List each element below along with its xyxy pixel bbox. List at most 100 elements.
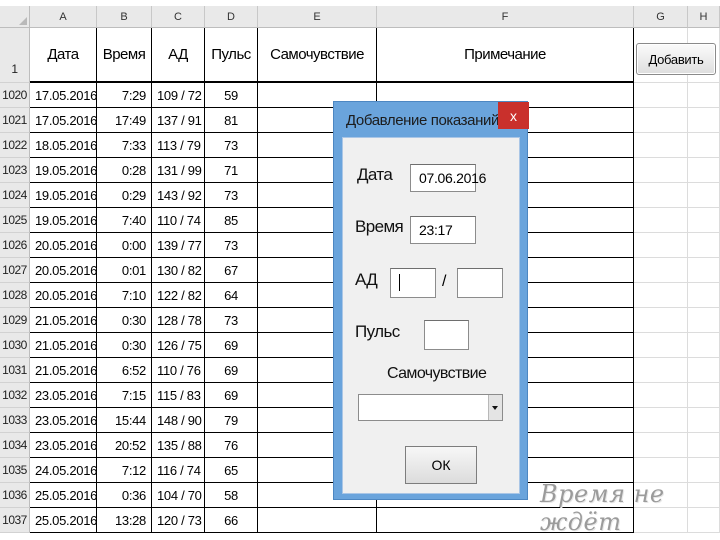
ok-button[interactable]: ОК	[405, 446, 477, 484]
cell-date[interactable]: 20.05.2016	[30, 258, 97, 283]
cell-pulse[interactable]: 66	[205, 508, 258, 533]
cell-empty[interactable]	[688, 208, 720, 233]
cell-empty[interactable]	[634, 283, 688, 308]
cell-empty[interactable]	[688, 433, 720, 458]
column-header-b[interactable]: B	[97, 6, 152, 28]
cell-empty[interactable]	[634, 233, 688, 258]
cell-date[interactable]: 18.05.2016	[30, 133, 97, 158]
cell-bp[interactable]: 122 / 82	[152, 283, 205, 308]
cell-date[interactable]: 21.05.2016	[30, 333, 97, 358]
cell-time[interactable]: 0:01	[97, 258, 152, 283]
row-header[interactable]: 1023	[0, 158, 30, 183]
cell-time[interactable]: 0:00	[97, 233, 152, 258]
close-button[interactable]: x	[498, 102, 529, 129]
cell-time[interactable]: 0:29	[97, 183, 152, 208]
header-time[interactable]: Время	[97, 28, 152, 83]
cell-pulse[interactable]: 73	[205, 133, 258, 158]
cell-empty[interactable]	[634, 133, 688, 158]
cell-empty[interactable]	[634, 208, 688, 233]
cell-bp[interactable]: 128 / 78	[152, 308, 205, 333]
row-header[interactable]: 1025	[0, 208, 30, 233]
header-feeling[interactable]: Самочувствие	[258, 28, 377, 83]
cell-date[interactable]: 19.05.2016	[30, 183, 97, 208]
cell-bp[interactable]: 135 / 88	[152, 433, 205, 458]
cell-bp[interactable]: 116 / 74	[152, 458, 205, 483]
cell-date[interactable]: 17.05.2016	[30, 83, 97, 108]
cell-empty[interactable]	[634, 258, 688, 283]
date-field[interactable]: 07.06.2016	[410, 164, 486, 192]
column-header-f[interactable]: F	[377, 6, 634, 28]
cell-time[interactable]: 7:15	[97, 383, 152, 408]
row-header[interactable]: 1035	[0, 458, 30, 483]
time-field[interactable]: 23:17	[410, 216, 476, 244]
cell-empty[interactable]	[634, 433, 688, 458]
row-header[interactable]: 1021	[0, 108, 30, 133]
cell-date[interactable]: 19.05.2016	[30, 208, 97, 233]
row-header[interactable]: 1031	[0, 358, 30, 383]
cell-empty[interactable]	[258, 508, 377, 533]
cell-time[interactable]: 7:10	[97, 283, 152, 308]
cell-date[interactable]: 25.05.2016	[30, 508, 97, 533]
cell-bp[interactable]: 148 / 90	[152, 408, 205, 433]
cell-date[interactable]: 20.05.2016	[30, 283, 97, 308]
cell-date[interactable]: 23.05.2016	[30, 433, 97, 458]
cell-empty[interactable]	[688, 133, 720, 158]
cell-bp[interactable]: 110 / 74	[152, 208, 205, 233]
cell-pulse[interactable]: 64	[205, 283, 258, 308]
cell-bp[interactable]: 115 / 83	[152, 383, 205, 408]
dropdown-arrow-icon[interactable]	[488, 395, 502, 420]
row-header[interactable]: 1020	[0, 83, 30, 108]
diastolic-field[interactable]	[457, 268, 503, 298]
select-all-corner[interactable]	[0, 6, 30, 28]
column-header-g[interactable]: G	[634, 6, 688, 28]
row-header[interactable]: 1029	[0, 308, 30, 333]
header-date[interactable]: Дата	[30, 28, 97, 83]
cell-empty[interactable]	[688, 283, 720, 308]
cell-time[interactable]: 7:40	[97, 208, 152, 233]
cell-empty[interactable]	[688, 408, 720, 433]
cell-bp[interactable]: 130 / 82	[152, 258, 205, 283]
cell-bp[interactable]: 143 / 92	[152, 183, 205, 208]
cell-time[interactable]: 7:33	[97, 133, 152, 158]
cell-pulse[interactable]: 69	[205, 383, 258, 408]
column-header-d[interactable]: D	[205, 6, 258, 28]
cell-date[interactable]: 19.05.2016	[30, 158, 97, 183]
row-header[interactable]: 1027	[0, 258, 30, 283]
row-header[interactable]: 1033	[0, 408, 30, 433]
cell-pulse[interactable]: 76	[205, 433, 258, 458]
row-header[interactable]: 1030	[0, 333, 30, 358]
cell-date[interactable]: 23.05.2016	[30, 408, 97, 433]
cell-bp[interactable]: 110 / 76	[152, 358, 205, 383]
cell-bp[interactable]: 104 / 70	[152, 483, 205, 508]
row-header[interactable]: 1032	[0, 383, 30, 408]
cell-empty[interactable]	[634, 408, 688, 433]
cell-empty[interactable]	[688, 183, 720, 208]
cell-empty[interactable]	[688, 158, 720, 183]
row-header[interactable]: 1034	[0, 433, 30, 458]
cell-empty[interactable]	[634, 158, 688, 183]
cell-bp[interactable]: 120 / 73	[152, 508, 205, 533]
cell-time[interactable]: 13:28	[97, 508, 152, 533]
cell-time[interactable]: 0:30	[97, 333, 152, 358]
row-header[interactable]: 1024	[0, 183, 30, 208]
cell-pulse[interactable]: 59	[205, 83, 258, 108]
cell-empty[interactable]	[634, 83, 688, 108]
row-header[interactable]: 1036	[0, 483, 30, 508]
cell-bp[interactable]: 126 / 75	[152, 333, 205, 358]
cell-empty[interactable]	[688, 358, 720, 383]
cell-pulse[interactable]: 73	[205, 233, 258, 258]
row-header[interactable]: 1022	[0, 133, 30, 158]
cell-empty[interactable]	[634, 333, 688, 358]
cell-bp[interactable]: 139 / 77	[152, 233, 205, 258]
cell-empty[interactable]	[634, 383, 688, 408]
cell-time[interactable]: 7:29	[97, 83, 152, 108]
cell-pulse[interactable]: 69	[205, 358, 258, 383]
cell-pulse[interactable]: 81	[205, 108, 258, 133]
cell-pulse[interactable]: 73	[205, 308, 258, 333]
column-header-e[interactable]: E	[258, 6, 377, 28]
cell-bp[interactable]: 109 / 72	[152, 83, 205, 108]
add-button[interactable]: Добавить	[636, 43, 716, 75]
cell-bp[interactable]: 131 / 99	[152, 158, 205, 183]
cell-date[interactable]: 21.05.2016	[30, 308, 97, 333]
column-header-a[interactable]: A	[30, 6, 97, 28]
